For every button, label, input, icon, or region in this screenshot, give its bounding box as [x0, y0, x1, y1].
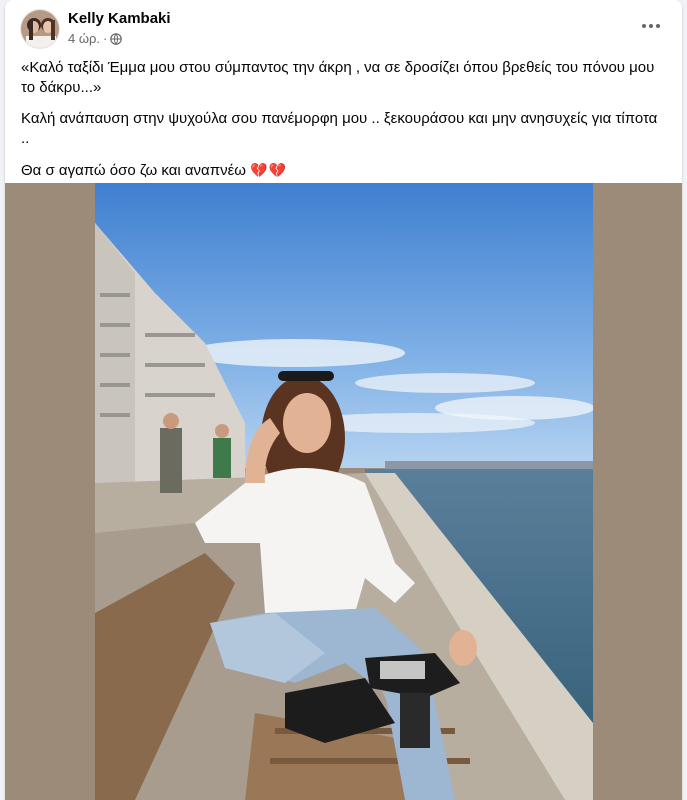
- more-options-icon[interactable]: [634, 12, 668, 40]
- broken-heart-emoji: 💔💔: [250, 162, 288, 178]
- post-paragraph-3: Θα σ αγαπώ όσο ζω και αναπνέω 💔💔: [21, 160, 661, 181]
- post-media[interactable]: [5, 183, 682, 800]
- globe-icon[interactable]: [110, 32, 123, 45]
- facebook-post: Kelly Kambaki 4 ώρ. · «Καλό ταξίδι Έμμα …: [5, 0, 682, 800]
- post-paragraph-2: Καλή ανάπαυση στην ψυχούλα σου πανέμορφη…: [21, 110, 658, 147]
- post-text: «Καλό ταξίδι Έμμα μου στου σύμπαντος την…: [21, 58, 661, 192]
- post-header: Kelly Kambaki 4 ώρ. ·: [5, 0, 682, 56]
- author-name[interactable]: Kelly Kambaki: [68, 10, 171, 27]
- post-paragraph-1: «Καλό ταξίδι Έμμα μου στου σύμπαντος την…: [21, 59, 655, 96]
- post-meta: 4 ώρ. ·: [68, 31, 123, 46]
- post-photo[interactable]: [95, 183, 593, 800]
- post-time[interactable]: 4 ώρ.: [68, 31, 100, 46]
- author-avatar[interactable]: [20, 9, 60, 49]
- post-paragraph-3-text: Θα σ αγαπώ όσο ζω και αναπνέω: [21, 162, 246, 179]
- meta-separator: ·: [103, 31, 108, 46]
